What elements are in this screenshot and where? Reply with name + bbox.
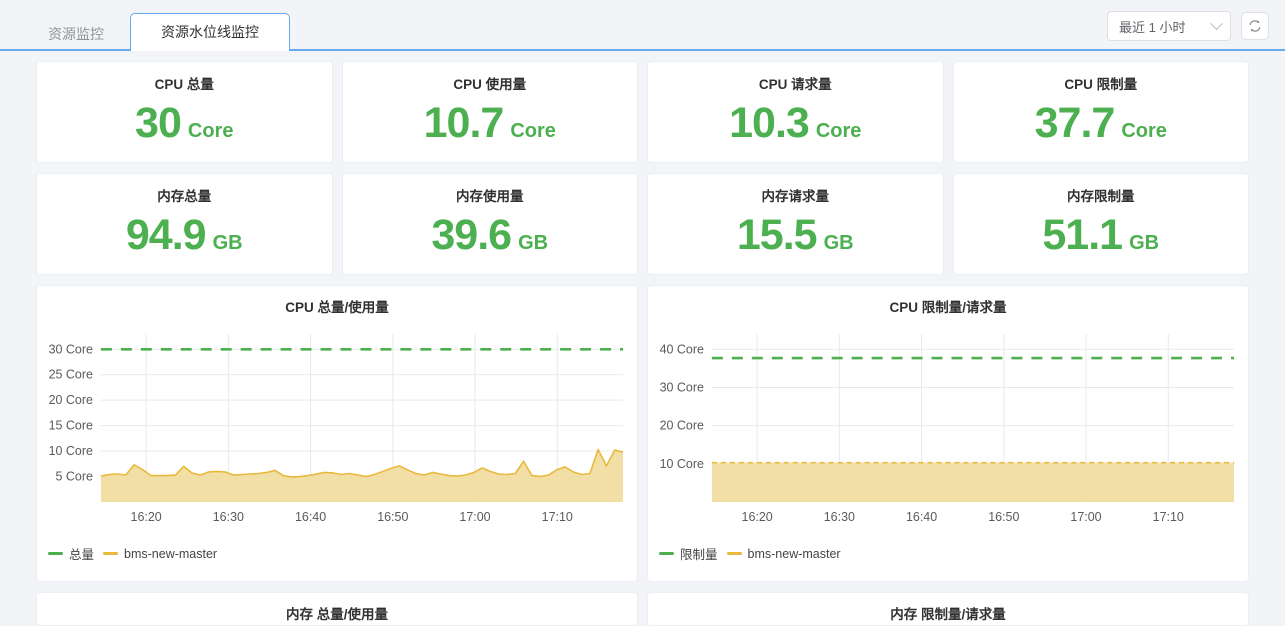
stats-row-memory: 内存总量 94.9 GB 内存使用量 39.6 GB 内存请求量 15.5 GB… xyxy=(0,173,1285,275)
legend-label: bms-new-master xyxy=(748,547,841,561)
stat-unit: GB xyxy=(1129,232,1159,255)
chart-plot-cpu-total-usage[interactable]: 5 Core 10 Core 15 Core 20 Core 25 Core 30 Cor… xyxy=(37,316,637,548)
stat-number: 39.6 xyxy=(431,211,511,260)
stat-title: 内存限制量 xyxy=(1067,185,1135,205)
legend-label: bms-new-master xyxy=(124,547,217,561)
svg-text:17:10: 17:10 xyxy=(1153,510,1184,524)
stat-card-memory-request: 内存请求量 15.5 GB xyxy=(647,173,944,275)
stat-number: 10.3 xyxy=(729,99,809,148)
legend-item-limit[interactable]: 限制量 xyxy=(659,544,718,563)
svg-text:16:50: 16:50 xyxy=(988,510,1019,524)
svg-text:25 Core: 25 Core xyxy=(49,368,93,382)
svg-text:20 Core: 20 Core xyxy=(660,419,704,433)
charts-row-memory: 内存 总量/使用量 内存 限制量/请求量 xyxy=(0,592,1285,626)
stat-card-cpu-limit: CPU 限制量 37.7 Core xyxy=(953,61,1250,163)
stat-title: CPU 使用量 xyxy=(453,73,526,93)
svg-text:16:30: 16:30 xyxy=(824,510,855,524)
stat-number: 10.7 xyxy=(424,99,504,148)
svg-text:17:00: 17:00 xyxy=(459,510,490,524)
chart-card-memory-limit-request: 内存 限制量/请求量 xyxy=(647,592,1249,626)
svg-text:10 Core: 10 Core xyxy=(49,444,93,458)
stat-number: 37.7 xyxy=(1035,99,1115,148)
chevron-down-icon xyxy=(1210,17,1223,30)
svg-text:10 Core: 10 Core xyxy=(660,457,704,471)
stat-unit: GB xyxy=(518,232,548,255)
svg-text:16:20: 16:20 xyxy=(742,510,773,524)
chart-title: CPU 总量/使用量 xyxy=(37,286,637,316)
stat-unit: GB xyxy=(213,232,243,255)
legend-label: 总量 xyxy=(69,544,94,563)
legend-swatch-icon xyxy=(48,552,63,556)
stat-number: 94.9 xyxy=(126,211,206,260)
chart-title: 内存 限制量/请求量 xyxy=(648,593,1248,623)
svg-text:30 Core: 30 Core xyxy=(660,380,704,394)
toolbar: 最近 1 小时 xyxy=(1107,11,1269,41)
legend-swatch-icon xyxy=(103,552,118,556)
stat-value: 51.1 GB xyxy=(1042,211,1159,260)
svg-text:17:10: 17:10 xyxy=(542,510,573,524)
svg-text:40 Core: 40 Core xyxy=(660,342,704,356)
time-range-select[interactable]: 最近 1 小时 xyxy=(1107,11,1231,41)
stat-value: 10.3 Core xyxy=(729,99,861,148)
chart-title: CPU 限制量/请求量 xyxy=(648,286,1248,316)
stat-unit: Core xyxy=(510,120,556,143)
svg-text:30 Core: 30 Core xyxy=(49,342,93,356)
stat-value: 39.6 GB xyxy=(431,211,548,260)
svg-text:5 Core: 5 Core xyxy=(56,470,93,484)
charts-row-cpu: CPU 总量/使用量 5 Core 10 Core 15 Core 20 Core 25… xyxy=(0,285,1285,582)
svg-text:16:40: 16:40 xyxy=(906,510,937,524)
legend-swatch-icon xyxy=(659,552,674,556)
stat-card-cpu-usage: CPU 使用量 10.7 Core xyxy=(342,61,639,163)
tab-resource-monitor[interactable]: 资源监控 xyxy=(22,17,130,51)
stat-title: 内存请求量 xyxy=(762,185,830,205)
tab-bar: 资源监控 资源水位线监控 最近 1 小时 xyxy=(0,0,1285,51)
stat-number: 51.1 xyxy=(1042,211,1122,260)
chart-title: 内存 总量/使用量 xyxy=(37,593,637,623)
stat-number: 30 xyxy=(135,99,181,148)
chart-card-cpu-total-usage: CPU 总量/使用量 5 Core 10 Core 15 Core 20 Core 25… xyxy=(36,285,638,582)
stat-card-memory-usage: 内存使用量 39.6 GB xyxy=(342,173,639,275)
stat-unit: Core xyxy=(188,120,234,143)
chart-legend: 总量 bms-new-master xyxy=(37,544,637,563)
stats-row-cpu: CPU 总量 30 Core CPU 使用量 10.7 Core CPU 请求量… xyxy=(0,61,1285,163)
legend-swatch-icon xyxy=(727,552,742,556)
stat-unit: Core xyxy=(1121,120,1167,143)
legend-item-bms-new-master[interactable]: bms-new-master xyxy=(103,547,217,561)
refresh-button[interactable] xyxy=(1241,12,1269,40)
stat-number: 15.5 xyxy=(737,211,817,260)
stat-title: CPU 总量 xyxy=(155,73,214,93)
stat-value: 94.9 GB xyxy=(126,211,243,260)
chart-card-memory-total-usage: 内存 总量/使用量 xyxy=(36,592,638,626)
legend-label: 限制量 xyxy=(680,544,718,563)
stat-value: 30 Core xyxy=(135,99,233,148)
legend-item-total[interactable]: 总量 xyxy=(48,544,94,563)
stat-card-cpu-request: CPU 请求量 10.3 Core xyxy=(647,61,944,163)
stat-unit: GB xyxy=(824,232,854,255)
stat-card-cpu-total: CPU 总量 30 Core xyxy=(36,61,333,163)
stat-title: CPU 限制量 xyxy=(1064,73,1137,93)
svg-text:16:40: 16:40 xyxy=(295,510,326,524)
chart-plot-cpu-limit-request[interactable]: 10 Core 20 Core 30 Core 40 Core 16:20 16:30 16… xyxy=(648,316,1248,548)
stat-title: 内存总量 xyxy=(157,185,211,205)
legend-item-bms-new-master[interactable]: bms-new-master xyxy=(727,547,841,561)
stat-value: 10.7 Core xyxy=(424,99,556,148)
tab-resource-waterline-monitor[interactable]: 资源水位线监控 xyxy=(130,13,290,51)
svg-text:16:50: 16:50 xyxy=(377,510,408,524)
stat-title: 内存使用量 xyxy=(456,185,524,205)
stat-value: 37.7 Core xyxy=(1035,99,1167,148)
refresh-icon xyxy=(1247,18,1263,34)
stat-card-memory-total: 内存总量 94.9 GB xyxy=(36,173,333,275)
stat-title: CPU 请求量 xyxy=(759,73,832,93)
svg-text:20 Core: 20 Core xyxy=(49,393,93,407)
chart-card-cpu-limit-request: CPU 限制量/请求量 10 Core 20 Core 30 Core 40 Core… xyxy=(647,285,1249,582)
svg-text:15 Core: 15 Core xyxy=(49,419,93,433)
svg-text:16:30: 16:30 xyxy=(213,510,244,524)
stat-value: 15.5 GB xyxy=(737,211,854,260)
svg-text:17:00: 17:00 xyxy=(1070,510,1101,524)
stat-card-memory-limit: 内存限制量 51.1 GB xyxy=(953,173,1250,275)
svg-text:16:20: 16:20 xyxy=(131,510,162,524)
stat-unit: Core xyxy=(816,120,862,143)
chart-legend: 限制量 bms-new-master xyxy=(648,544,1248,563)
time-range-value: 最近 1 小时 xyxy=(1119,17,1185,36)
